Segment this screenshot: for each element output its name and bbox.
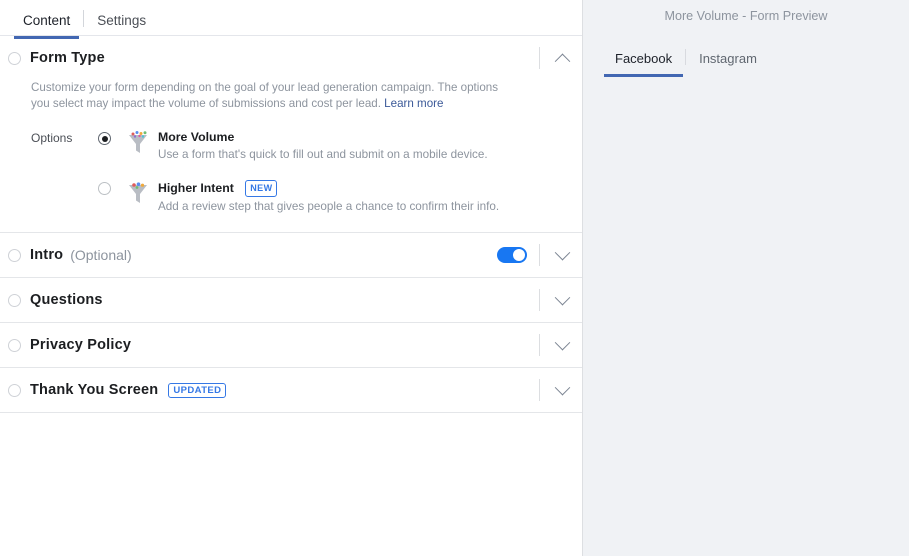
section-title-questions: Questions	[30, 292, 103, 308]
section-title-form-type: Form Type	[30, 50, 105, 66]
description-line-2: impact the volume of submissions and cos…	[112, 97, 381, 110]
section-form-type-header[interactable]: Form Type	[0, 36, 582, 80]
preview-tab-instagram[interactable]: Instagram	[686, 51, 770, 76]
intro-toggle[interactable]	[497, 247, 527, 263]
funnel-more-volume-icon	[126, 130, 150, 156]
collapse-form-type-button[interactable]	[542, 36, 582, 80]
section-questions: Questions	[0, 278, 582, 323]
radio-more-volume[interactable]	[98, 132, 111, 145]
expand-privacy-policy-button[interactable]	[542, 323, 582, 367]
chevron-down-icon	[554, 334, 570, 350]
section-title-privacy-policy: Privacy Policy	[30, 337, 131, 353]
section-radio-privacy-policy[interactable]	[8, 339, 21, 352]
header-divider	[539, 244, 540, 266]
section-header-actions	[527, 36, 582, 80]
section-privacy-actions	[527, 323, 582, 367]
section-title-thank-you: Thank You Screen	[30, 382, 158, 398]
section-privacy-policy-header[interactable]: Privacy Policy	[0, 323, 582, 367]
chevron-down-icon	[554, 379, 570, 395]
chevron-down-icon	[554, 244, 570, 260]
section-radio-form-type[interactable]	[8, 52, 21, 65]
header-divider	[539, 289, 540, 311]
radio-higher-intent[interactable]	[98, 182, 111, 195]
preview-tab-instagram-label: Instagram	[699, 51, 757, 66]
section-radio-intro[interactable]	[8, 249, 21, 262]
option-higher-intent-subtitle: Add a review step that gives people a ch…	[158, 199, 499, 214]
chevron-down-icon	[554, 289, 570, 305]
badge-updated: UPDATED	[168, 383, 226, 398]
options-label: Options	[31, 130, 98, 214]
badge-new: NEW	[245, 180, 277, 197]
section-thank-you-header[interactable]: Thank You Screen UPDATED	[0, 368, 582, 412]
expand-intro-button[interactable]	[542, 233, 582, 277]
option-higher-intent[interactable]: Higher Intent NEW Add a review step that…	[98, 180, 499, 214]
section-intro: Intro (Optional)	[0, 233, 582, 278]
editor-empty-area	[0, 413, 582, 533]
section-privacy-policy: Privacy Policy	[0, 323, 582, 368]
tab-settings-label: Settings	[97, 13, 146, 28]
learn-more-link[interactable]: Learn more	[384, 97, 443, 110]
chevron-up-icon	[554, 53, 570, 69]
form-type-description: Customize your form depending on the goa…	[0, 80, 545, 111]
form-type-options: Options	[0, 111, 582, 214]
editor-tabbar: Content Settings	[0, 0, 582, 36]
section-radio-thank-you[interactable]	[8, 384, 21, 397]
section-intro-optional: (Optional)	[70, 247, 131, 263]
option-more-volume-subtitle: Use a form that's quick to fill out and …	[158, 147, 488, 162]
form-type-body: Customize your form depending on the goa…	[0, 80, 582, 232]
section-thank-you-actions	[527, 368, 582, 412]
section-questions-actions	[527, 278, 582, 322]
section-thank-you-screen: Thank You Screen UPDATED	[0, 368, 582, 413]
preview-tabbar: Facebook Instagram	[583, 31, 909, 76]
options-list: More Volume Use a form that's quick to f…	[98, 130, 499, 214]
preview-tab-facebook[interactable]: Facebook	[602, 51, 685, 76]
section-intro-actions	[497, 233, 582, 277]
tab-settings[interactable]: Settings	[84, 14, 159, 37]
tab-content-label: Content	[23, 13, 70, 28]
header-divider	[539, 47, 540, 69]
option-more-volume[interactable]: More Volume Use a form that's quick to f…	[98, 130, 499, 162]
expand-thank-you-button[interactable]	[542, 368, 582, 412]
section-form-type: Form Type Customize your form depending …	[0, 36, 582, 233]
preview-panel: More Volume - Form Preview Facebook Inst…	[583, 0, 909, 556]
header-divider	[539, 334, 540, 356]
header-divider	[539, 379, 540, 401]
editor-panel: Content Settings Form Type	[0, 0, 583, 556]
lead-form-editor: Content Settings Form Type	[0, 0, 909, 556]
option-more-volume-title: More Volume	[158, 130, 488, 145]
option-higher-intent-text: Higher Intent NEW Add a review step that…	[158, 180, 499, 214]
option-higher-intent-label: Higher Intent	[158, 181, 234, 195]
expand-questions-button[interactable]	[542, 278, 582, 322]
option-higher-intent-title: Higher Intent NEW	[158, 180, 499, 197]
section-intro-header[interactable]: Intro (Optional)	[0, 233, 582, 277]
section-questions-header[interactable]: Questions	[0, 278, 582, 322]
option-more-volume-text: More Volume Use a form that's quick to f…	[158, 130, 488, 162]
section-radio-questions[interactable]	[8, 294, 21, 307]
funnel-higher-intent-icon	[126, 180, 150, 206]
preview-tab-facebook-label: Facebook	[615, 51, 672, 66]
preview-title: More Volume - Form Preview	[583, 0, 909, 31]
tab-content[interactable]: Content	[10, 14, 83, 37]
toggle-knob	[513, 249, 525, 261]
section-title-intro: Intro	[30, 247, 63, 263]
